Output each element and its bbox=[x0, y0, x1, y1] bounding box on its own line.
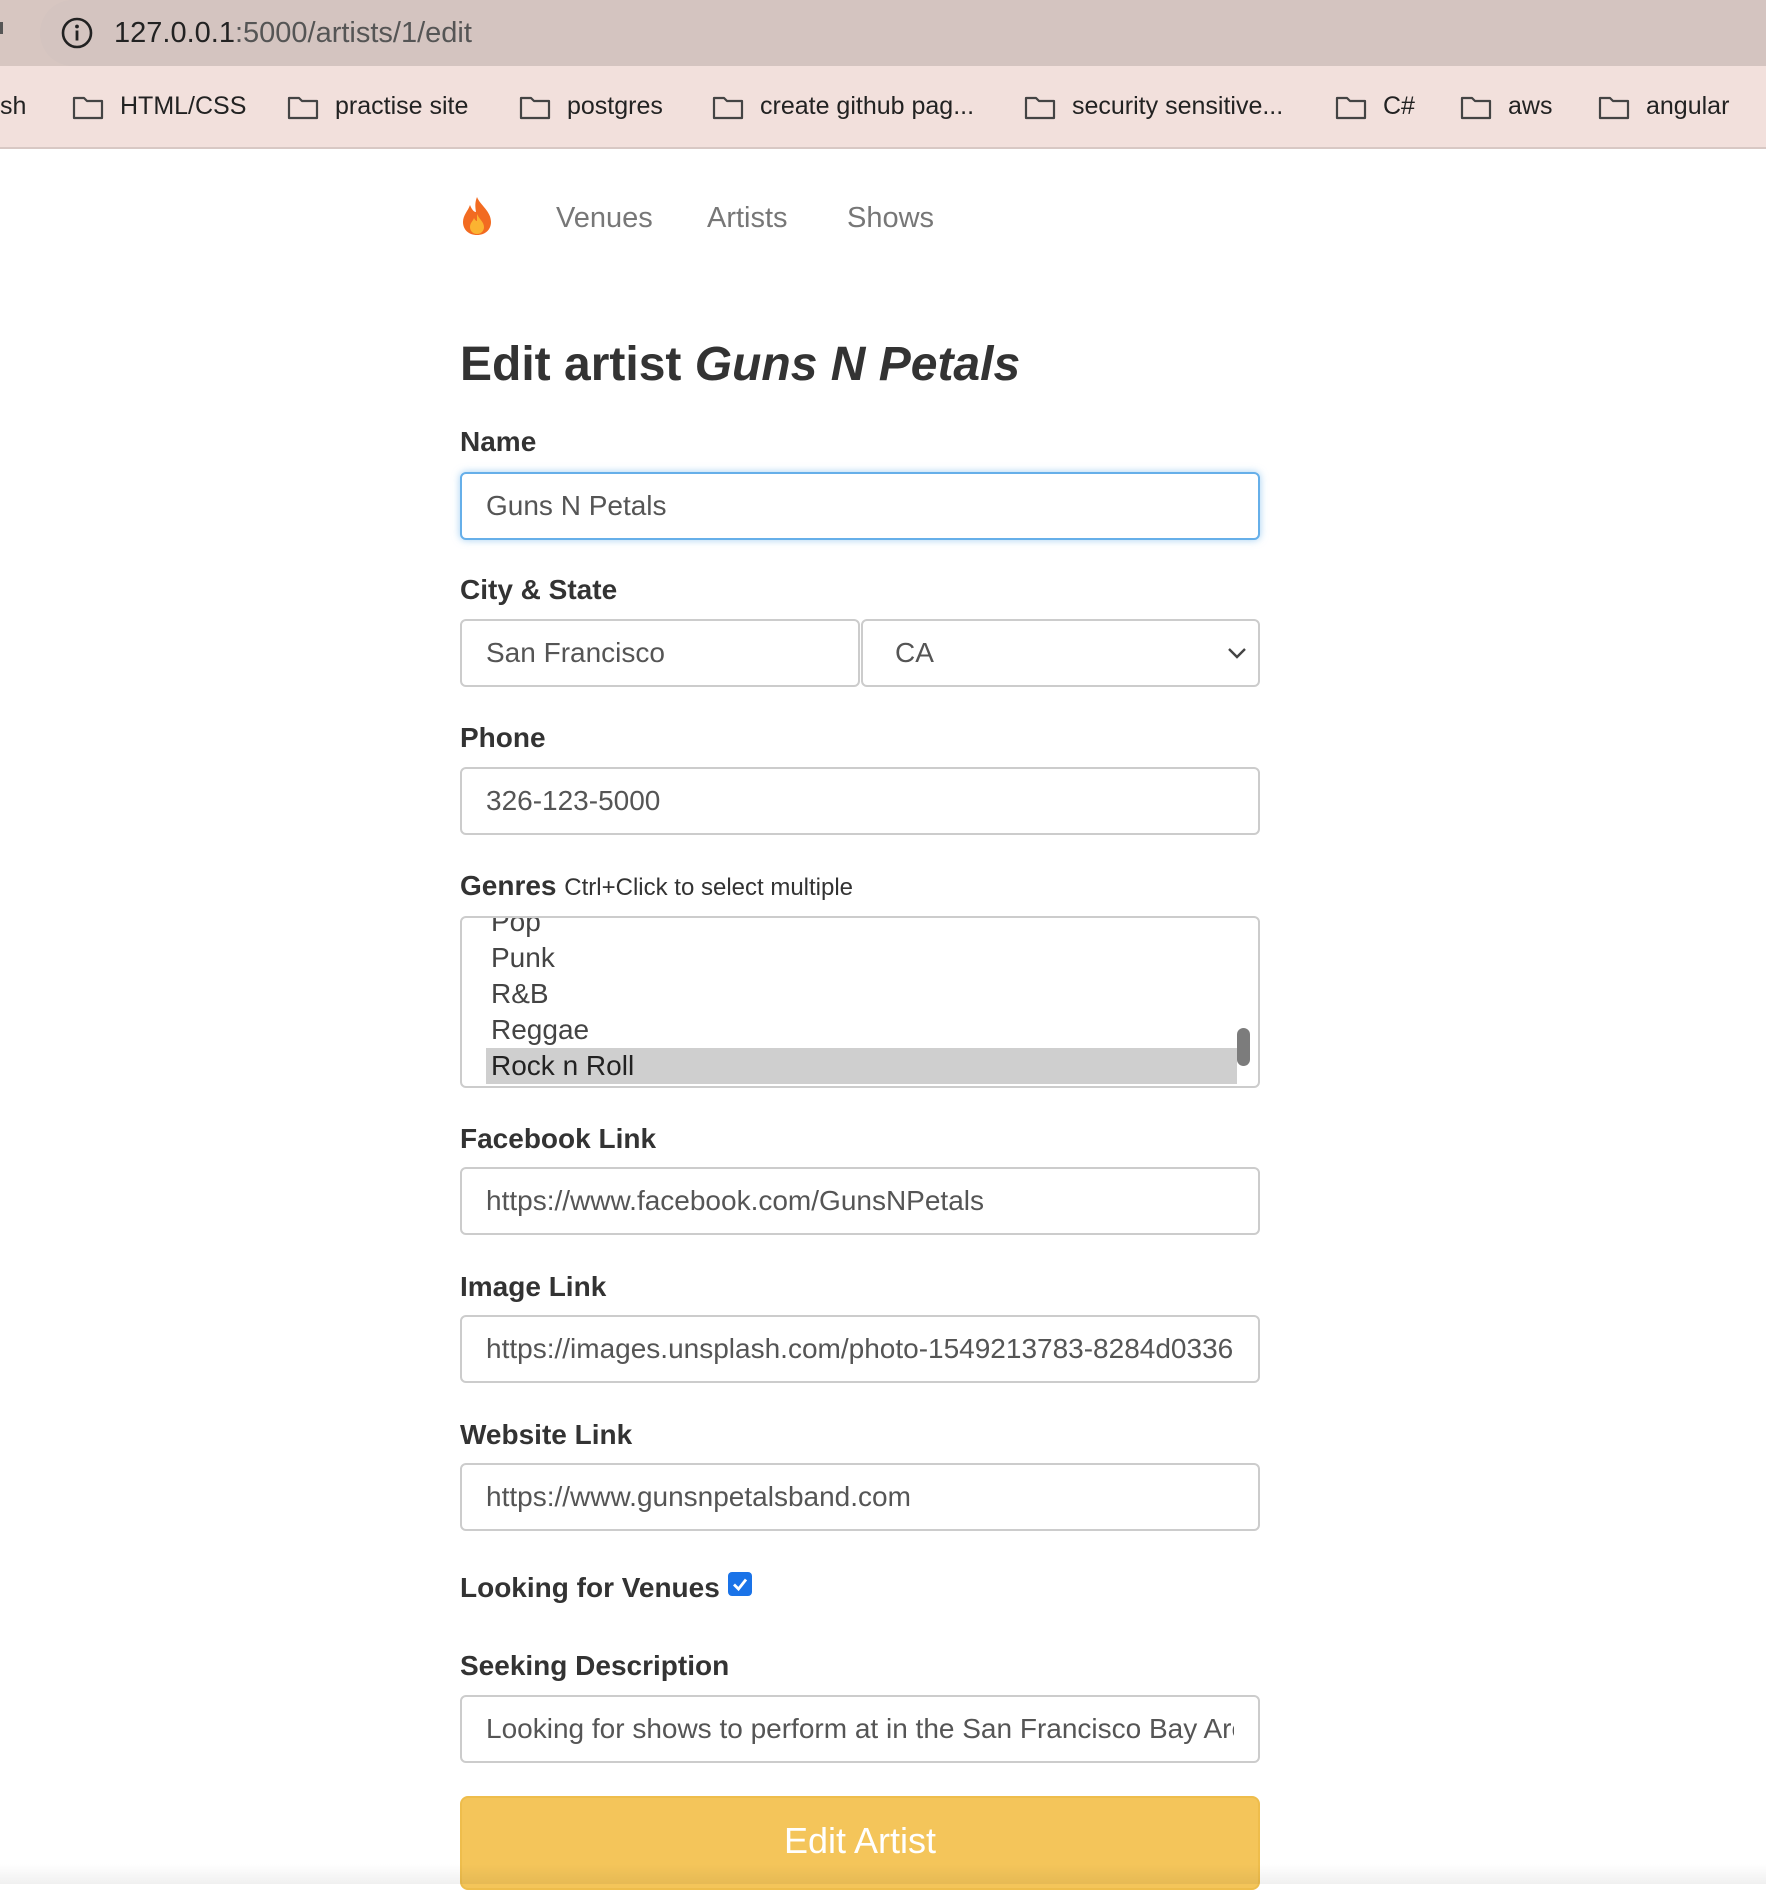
city-state-label: City & State bbox=[460, 574, 618, 605]
fire-icon[interactable] bbox=[460, 196, 494, 236]
folder-icon bbox=[1598, 96, 1630, 119]
folder-icon bbox=[72, 96, 104, 119]
bookmark-security-sensitive[interactable]: security sensitive... bbox=[1024, 66, 1283, 147]
genre-option-pop[interactable]: Pop bbox=[486, 918, 1237, 940]
seeking-venue-label: Looking for Venues bbox=[460, 1572, 720, 1603]
genres-hint: Ctrl+Click to select multiple bbox=[564, 874, 854, 901]
title-artist-name: Guns N Petals bbox=[694, 338, 1021, 391]
bookmark-angular[interactable]: angular bbox=[1598, 66, 1729, 147]
page-bottom-shadow bbox=[0, 1864, 1766, 1884]
image-link-input[interactable] bbox=[460, 1315, 1260, 1383]
folder-icon bbox=[519, 96, 551, 119]
folder-icon bbox=[1024, 96, 1056, 119]
genre-option-reggae[interactable]: Reggae bbox=[486, 1012, 1237, 1048]
folder-icon bbox=[1335, 96, 1367, 119]
bookmark-label: aws bbox=[1508, 92, 1553, 120]
bookmark-postgres[interactable]: postgres bbox=[519, 66, 663, 147]
bookmark-label: HTML/CSS bbox=[120, 92, 247, 120]
chevron-down-icon bbox=[1228, 648, 1246, 659]
state-selected-value: CA bbox=[895, 637, 934, 668]
city-input[interactable] bbox=[460, 619, 860, 687]
url-path: :5000/artists/1/edit bbox=[234, 17, 472, 49]
nav-link-venues[interactable]: Venues bbox=[556, 200, 653, 236]
genre-option-rock-n-roll[interactable]: Rock n Roll bbox=[486, 1048, 1237, 1084]
bookmarks-bar: sh HTML/CSS practise site postgres creat… bbox=[0, 66, 1766, 149]
folder-icon bbox=[287, 96, 319, 119]
bookmark-label: practise site bbox=[335, 92, 469, 120]
name-input[interactable] bbox=[460, 472, 1260, 540]
page-title: Edit artist Guns N Petals bbox=[460, 336, 1020, 394]
title-prefix: Edit artist bbox=[460, 338, 682, 391]
site-info-icon[interactable] bbox=[60, 16, 94, 50]
folder-icon bbox=[1460, 96, 1492, 119]
bookmark-label: security sensitive... bbox=[1072, 92, 1284, 120]
website-input[interactable] bbox=[460, 1463, 1260, 1531]
genres-multiselect[interactable]: Pop Punk R&B Reggae Rock n Roll bbox=[460, 916, 1260, 1088]
genres-scrollbar[interactable] bbox=[1237, 1028, 1250, 1066]
nav-link-artists[interactable]: Artists bbox=[707, 200, 788, 236]
website-label: Website Link bbox=[460, 1419, 633, 1450]
bookmark-label: create github pag... bbox=[760, 92, 975, 120]
bookmark-aws[interactable]: aws bbox=[1460, 66, 1552, 147]
phone-label: Phone bbox=[460, 722, 546, 753]
bookmark-csharp[interactable]: C# bbox=[1335, 66, 1415, 147]
checkmark-icon bbox=[733, 1578, 748, 1592]
nav-link-shows[interactable]: Shows bbox=[847, 200, 934, 236]
browser-address-strip: 127.0.0.1:5000/artists/1/edit bbox=[0, 0, 1766, 66]
name-label: Name bbox=[460, 426, 537, 457]
seeking-description-input[interactable] bbox=[460, 1695, 1260, 1763]
bookmark-html-css[interactable]: HTML/CSS bbox=[72, 66, 246, 147]
seeking-description-label: Seeking Description bbox=[460, 1650, 730, 1681]
address-url[interactable]: 127.0.0.1:5000/artists/1/edit bbox=[114, 14, 472, 52]
bookmark-create-github-pages[interactable]: create github pag... bbox=[712, 66, 974, 147]
bookmark-practise-site[interactable]: practise site bbox=[287, 66, 468, 147]
tab-edge bbox=[0, 22, 3, 34]
bookmark-label: sh bbox=[0, 92, 27, 120]
genres-label: Genres Ctrl+Click to select multiple bbox=[460, 869, 853, 905]
facebook-input[interactable] bbox=[460, 1167, 1260, 1235]
folder-icon bbox=[712, 96, 744, 119]
url-host: 127.0.0.1 bbox=[114, 17, 235, 49]
state-select[interactable]: CA bbox=[861, 619, 1260, 687]
facebook-label: Facebook Link bbox=[460, 1123, 657, 1154]
genres-label-text: Genres bbox=[460, 870, 557, 901]
seeking-venue-checkbox[interactable] bbox=[728, 1572, 752, 1596]
genre-option-rnb[interactable]: R&B bbox=[486, 976, 1237, 1012]
genre-option-punk[interactable]: Punk bbox=[486, 940, 1237, 976]
phone-input[interactable] bbox=[460, 767, 1260, 835]
bookmark-sh[interactable]: sh bbox=[0, 66, 26, 147]
bookmark-label: angular bbox=[1646, 92, 1730, 120]
bookmark-label: C# bbox=[1383, 92, 1415, 120]
bookmark-label: postgres bbox=[567, 92, 663, 120]
image-link-label: Image Link bbox=[460, 1271, 607, 1302]
